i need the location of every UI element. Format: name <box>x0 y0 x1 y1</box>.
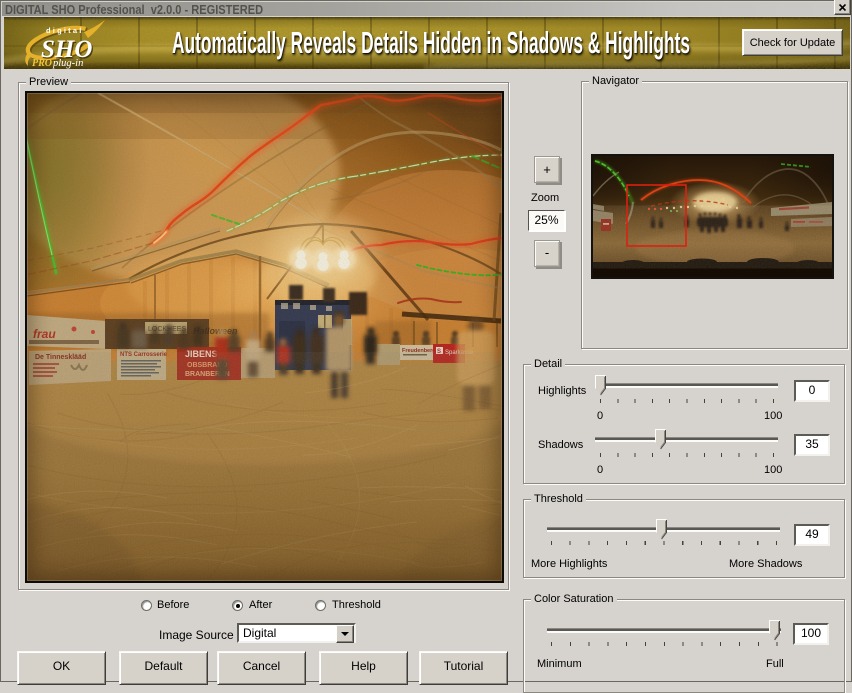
svg-text:Halloween: Halloween <box>193 326 238 336</box>
svg-text:PRO: PRO <box>32 58 52 69</box>
svg-text:S: S <box>437 349 441 355</box>
svg-text:NTS Carrosserie: NTS Carrosserie <box>120 352 168 358</box>
svg-text:frau: frau <box>33 327 56 341</box>
svg-text:BRANBEREN: BRANBEREN <box>185 371 230 378</box>
svg-text:De Tinnesklääd: De Tinnesklääd <box>35 354 86 361</box>
svg-text:LOCKHEES: LOCKHEES <box>148 326 186 333</box>
svg-text:OBSBRAND: OBSBRAND <box>187 362 227 369</box>
svg-text:digital: digital <box>46 26 83 35</box>
svg-text:Sparkasse: Sparkasse <box>445 350 474 356</box>
svg-text:JIBENS: JIBENS <box>185 349 218 359</box>
svg-text:plug-in: plug-in <box>52 58 83 69</box>
svg-text:Freudenberger Schaub: Freudenberger Schaub <box>402 348 463 354</box>
